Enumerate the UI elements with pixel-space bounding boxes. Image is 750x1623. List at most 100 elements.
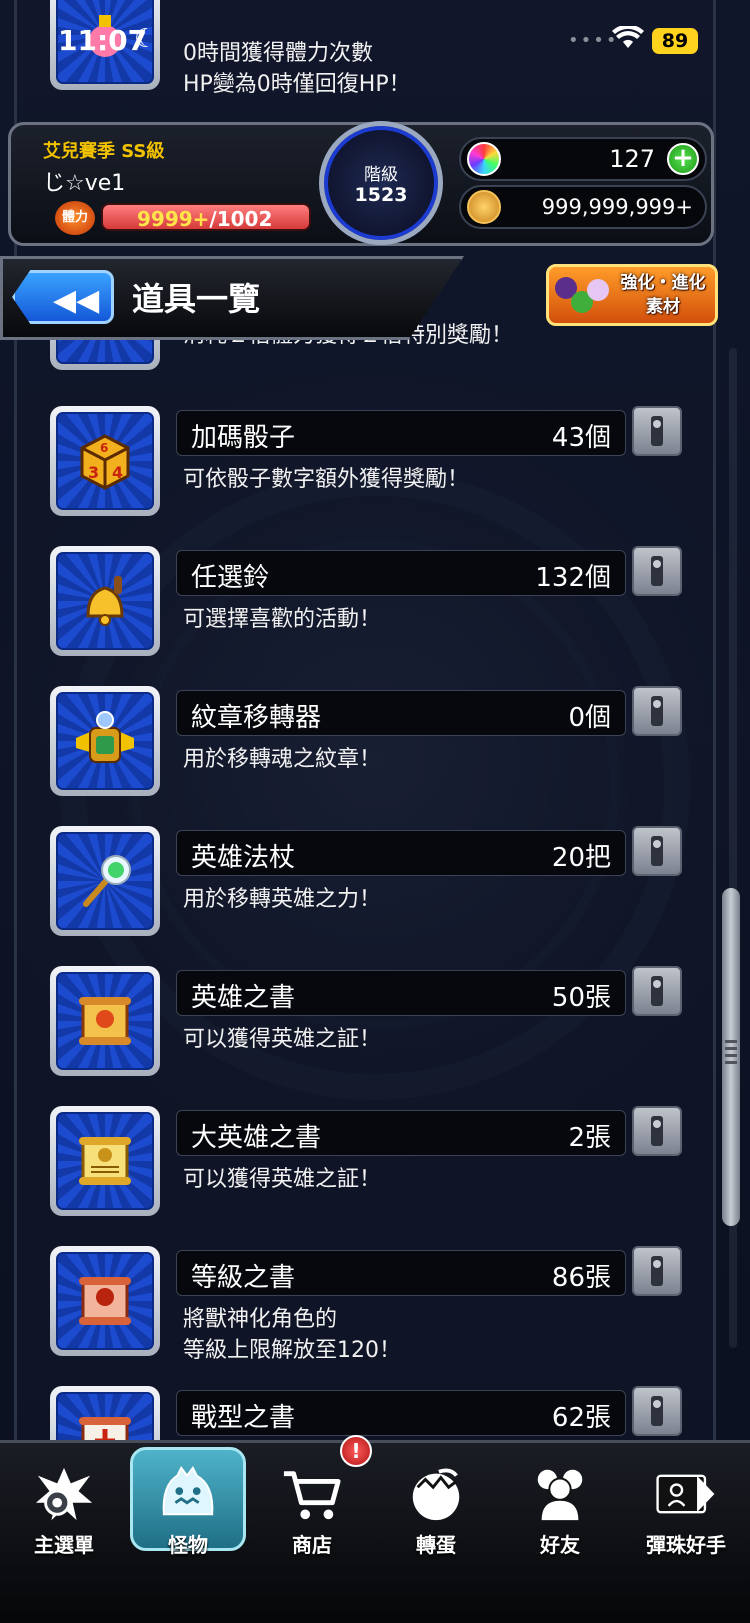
orb-icon xyxy=(467,142,501,176)
item-description: 可以獲得英雄之証！ xyxy=(183,1167,382,1192)
stamina-value: 9999+/1002 xyxy=(137,207,273,231)
orb-counter: 127 + xyxy=(459,137,707,181)
player-header: 艾兒賽季 SS級 じ☆ve1 體力 9999+/1002 階級 1523 127… xyxy=(8,121,714,246)
orb-count: 127 xyxy=(609,145,655,173)
item-info-button[interactable] xyxy=(632,1246,682,1296)
great-hero-book-icon xyxy=(56,1112,154,1210)
list-item[interactable]: 紋章移轉器 0個 用於移轉魂之紋章！ xyxy=(0,686,750,810)
info-icon xyxy=(651,416,663,446)
info-icon xyxy=(651,696,663,726)
item-description: 可選擇喜歡的活動！ xyxy=(183,607,382,632)
item-name-bar: 任選鈴 132個 xyxy=(176,550,626,596)
rank-value: 1523 xyxy=(354,184,408,206)
nav-main-menu[interactable]: 主選單 xyxy=(4,1457,124,1569)
info-icon xyxy=(651,1116,663,1146)
item-icon-frame: 346 xyxy=(50,406,160,516)
item-info-button[interactable] xyxy=(632,546,682,596)
item-info-button[interactable] xyxy=(632,686,682,736)
item-description: 將獸神化角色的 等級上限解放至120！ xyxy=(183,1307,401,1363)
list-item[interactable]: 英雄之書 50張 可以獲得英雄之証！ xyxy=(0,966,750,1090)
item-name: 英雄法杖 xyxy=(191,843,296,873)
nav-label: 主選單 xyxy=(34,1533,94,1557)
enhance-material-button[interactable]: 強化・進化素材 xyxy=(546,264,718,326)
svg-text:6: 6 xyxy=(100,441,108,455)
player-name: じ☆ve1 xyxy=(43,171,126,196)
item-count: 50張 xyxy=(551,983,611,1013)
item-count: 62張 xyxy=(551,1403,611,1433)
bottom-navigation: 主選單 怪物 商店 ! 轉蛋 好友 彈珠好手 xyxy=(0,1435,750,1623)
main-menu-icon xyxy=(34,1465,94,1523)
enhance-material-label: 強化・進化素材 xyxy=(620,273,706,317)
item-icon-frame xyxy=(50,966,160,1076)
item-name: 等級之書 xyxy=(191,1263,296,1293)
status-bar: 11:07 ☾ •••• 89 xyxy=(0,0,750,86)
item-description: 可依骰子數字額外獲得獎勵！ xyxy=(183,467,470,492)
title-bar: ◀◀ 道具一覽 強化・進化素材 xyxy=(0,256,750,340)
nav-label: 商店 xyxy=(292,1533,332,1557)
player-rank-badge[interactable]: 階級 1523 xyxy=(319,121,443,245)
stamina-icon: 體力 xyxy=(55,201,95,235)
scroll-grip-icon xyxy=(725,1040,737,1068)
striker-card-icon xyxy=(656,1465,716,1523)
item-count: 20把 xyxy=(551,843,611,873)
item-count: 43個 xyxy=(551,423,611,453)
item-name-bar: 紋章移轉器 0個 xyxy=(176,690,626,736)
item-name-bar: 大英雄之書 2張 xyxy=(176,1110,626,1156)
back-button[interactable]: ◀◀ xyxy=(12,270,114,324)
nav-label: 轉蛋 xyxy=(416,1533,456,1557)
gold-count: 999,999,999+ xyxy=(541,195,693,219)
item-name-bar: 英雄之書 50張 xyxy=(176,970,626,1016)
info-icon xyxy=(651,556,663,586)
item-icon-frame xyxy=(50,1106,160,1216)
item-icon-frame xyxy=(50,826,160,936)
info-icon xyxy=(651,836,663,866)
item-description: 用於移轉英雄之力！ xyxy=(183,887,382,912)
shop-cart-icon xyxy=(282,1465,342,1523)
item-info-button[interactable] xyxy=(632,966,682,1016)
item-count: 0個 xyxy=(568,703,611,733)
item-count: 132個 xyxy=(535,563,611,593)
shop-alert-badge: ! xyxy=(340,1435,372,1467)
hero-book-icon xyxy=(56,972,154,1070)
list-item[interactable]: 任選鈴 132個 可選擇喜歡的活動！ xyxy=(0,546,750,670)
item-description: 用於移轉魂之紋章！ xyxy=(183,747,382,772)
emblem-transfer-icon xyxy=(56,692,154,790)
nav-striker[interactable]: 彈珠好手 xyxy=(626,1457,746,1569)
nav-shop[interactable]: 商店 xyxy=(252,1457,372,1569)
gold-coin-icon xyxy=(467,190,501,224)
gold-counter: 999,999,999+ xyxy=(459,185,707,229)
nav-label: 怪物 xyxy=(168,1533,208,1557)
signal-icon: •••• xyxy=(568,30,619,51)
monster-icon xyxy=(158,1465,218,1523)
item-count: 2張 xyxy=(568,1123,611,1153)
svg-text:3: 3 xyxy=(88,463,99,482)
item-name-bar: 等級之書 86張 xyxy=(176,1250,626,1296)
item-count: 86張 xyxy=(551,1263,611,1293)
item-name: 紋章移轉器 xyxy=(191,703,322,733)
scrollbar-thumb[interactable] xyxy=(722,888,740,1226)
battery-indicator: 89 xyxy=(652,28,698,54)
nav-label: 好友 xyxy=(540,1533,580,1557)
item-name: 大英雄之書 xyxy=(191,1123,322,1153)
list-item[interactable]: 英雄法杖 20把 用於移轉英雄之力！ xyxy=(0,826,750,950)
buy-orbs-button[interactable]: + xyxy=(667,143,699,175)
nav-gacha[interactable]: 轉蛋 xyxy=(376,1457,496,1569)
material-orbs-icon xyxy=(555,275,613,319)
list-item[interactable]: 大英雄之書 2張 可以獲得英雄之証！ xyxy=(0,1106,750,1230)
item-name: 加碼骰子 xyxy=(191,423,296,453)
back-arrow-icon: ◀◀ xyxy=(53,283,100,318)
item-info-button[interactable] xyxy=(632,1106,682,1156)
item-info-button[interactable] xyxy=(632,406,682,456)
item-icon-frame xyxy=(50,546,160,656)
item-description: 可以獲得英雄之証！ xyxy=(183,1027,382,1052)
gacha-egg-icon xyxy=(406,1465,466,1523)
nav-monster[interactable]: 怪物 xyxy=(128,1457,248,1569)
list-item[interactable]: 346 加碼骰子 43個 可依骰子數字額外獲得獎勵！ xyxy=(0,406,750,530)
item-name-bar: 戰型之書 62張 xyxy=(176,1390,626,1436)
hero-staff-icon xyxy=(56,832,154,930)
info-icon xyxy=(651,976,663,1006)
list-item[interactable]: 等級之書 86張 將獸神化角色的 等級上限解放至120！ xyxy=(0,1246,750,1370)
item-info-button[interactable] xyxy=(632,1386,682,1436)
nav-friends[interactable]: 好友 xyxy=(500,1457,620,1569)
item-info-button[interactable] xyxy=(632,826,682,876)
